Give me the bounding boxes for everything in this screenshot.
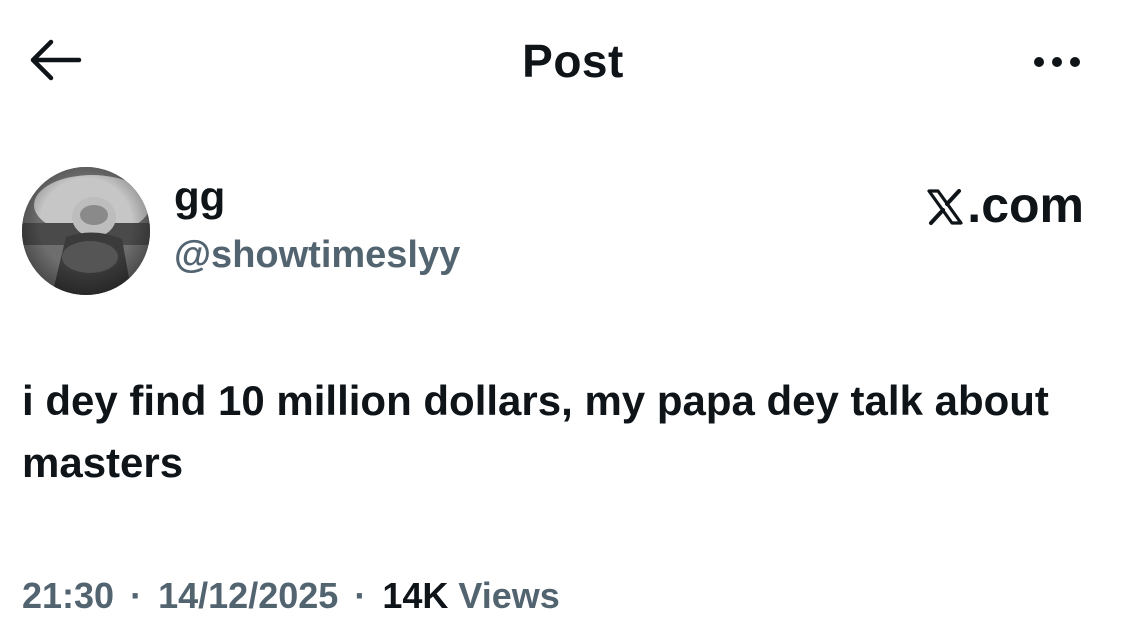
more-dot xyxy=(1052,57,1062,67)
meta-separator: · xyxy=(354,575,367,616)
author-display-name[interactable]: gg xyxy=(174,176,225,218)
avatar-photo xyxy=(22,167,150,295)
more-dot xyxy=(1070,57,1080,67)
x-logo-icon xyxy=(925,185,965,225)
source-domain-text: .com xyxy=(967,177,1084,233)
author-handle[interactable]: @showtimeslyy xyxy=(174,236,460,274)
page-title: Post xyxy=(522,35,624,87)
post-meta: 21:30 · 14/12/2025 · 14K Views xyxy=(22,578,560,614)
post-page: Post gg @showtimeslyy .com i dey find 10… xyxy=(0,0,1146,640)
post-text: i dey find 10 million dollars, my papa d… xyxy=(22,377,1049,486)
source-watermark: .com xyxy=(925,180,1084,230)
meta-separator: · xyxy=(130,575,143,616)
views-label: Views xyxy=(458,575,560,616)
more-options-button[interactable] xyxy=(1022,42,1092,82)
more-horizontal-icon xyxy=(1034,57,1044,67)
avatar[interactable] xyxy=(22,167,150,295)
post-date[interactable]: 14/12/2025 xyxy=(158,575,338,616)
post-time[interactable]: 21:30 xyxy=(22,575,114,616)
views-count[interactable]: 14K xyxy=(382,575,448,616)
